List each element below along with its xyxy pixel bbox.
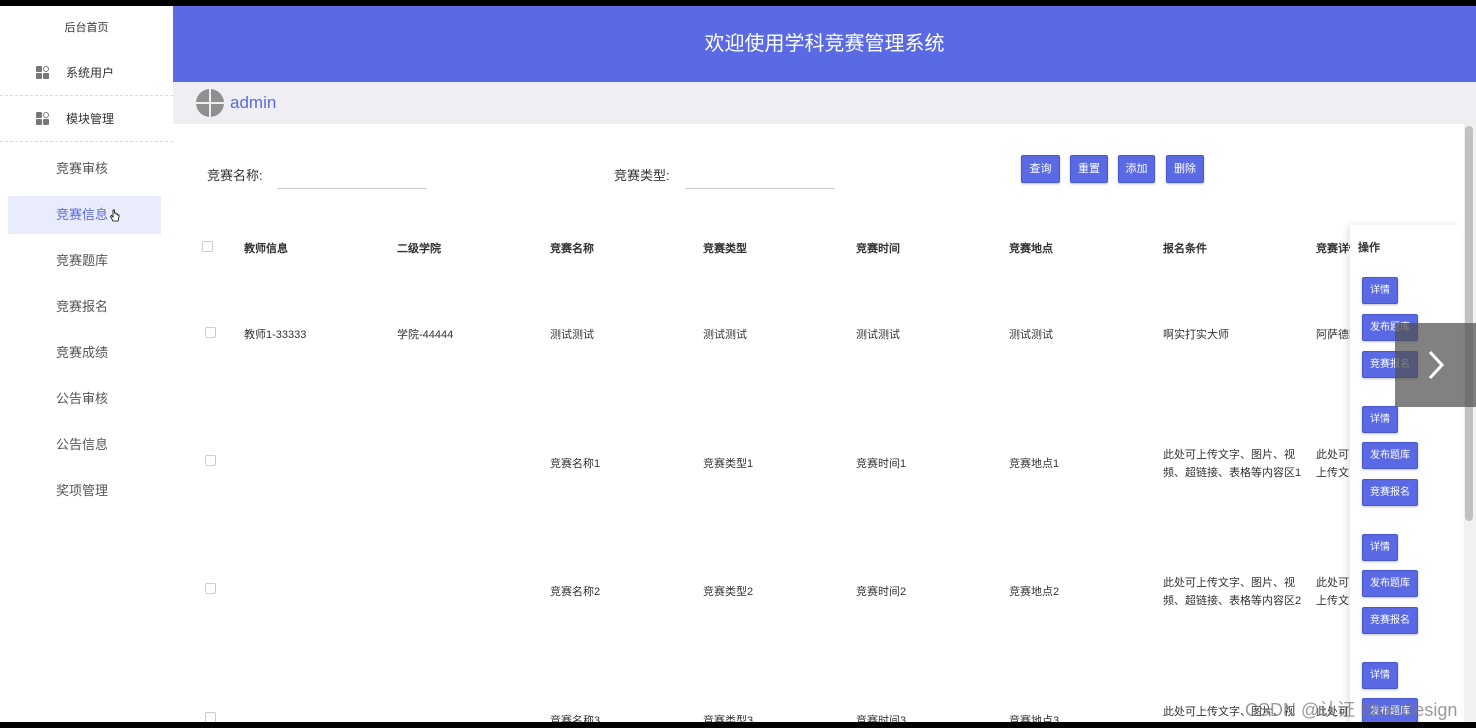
sidebar-item-registration[interactable]: 竞赛报名 <box>8 288 161 326</box>
college-cell: 学院-44444 <box>397 329 454 341</box>
competition-name-input[interactable] <box>277 159 427 189</box>
column-header: 竞赛时间 <box>856 243 900 255</box>
column-header: 二级学院 <box>397 243 441 255</box>
user-bar: admin <box>173 82 1476 124</box>
column-header: 竞赛类型 <box>703 243 747 255</box>
sidebar: 后台首页 系统用户 模块管理 竞赛审核 竞赛信息 竞赛题库 竞赛报名 竞赛成绩 … <box>0 6 173 722</box>
place-cell: 测试测试 <box>1009 329 1053 341</box>
app-window: 后台首页 系统用户 模块管理 竞赛审核 竞赛信息 竞赛题库 竞赛报名 竞赛成绩 … <box>0 6 1476 722</box>
name-cell: 竞赛名称2 <box>550 586 601 598</box>
query-button[interactable]: 查询 <box>1021 155 1060 183</box>
sidebar-group-label: 模块管理 <box>66 112 115 126</box>
competition-name-label: 竞赛名称: <box>207 168 263 183</box>
sidebar-item-competition-info[interactable]: 竞赛信息 <box>8 196 161 234</box>
signup-button[interactable]: 竞赛报名 <box>1362 479 1418 506</box>
detail-button[interactable]: 详情 <box>1362 534 1398 561</box>
place-cell: 竞赛地点1 <box>1009 458 1060 470</box>
table-header: 教师信息 二级学院 竞赛名称 竞赛类型 竞赛时间 竞赛地点 报名条件 竞赛详情 <box>179 220 1461 270</box>
row-checkbox[interactable] <box>205 583 216 594</box>
detail-button[interactable]: 详情 <box>1362 406 1398 433</box>
type-cell: 竞赛类型1 <box>703 458 754 470</box>
time-cell: 竞赛时间3 <box>856 715 907 722</box>
sidebar-item-notice-info[interactable]: 公告信息 <box>8 426 161 464</box>
column-header: 教师信息 <box>244 243 288 255</box>
condition-cell: 此处可上传文字、图片、视频、超链接、表格等内容区1 <box>1163 449 1302 479</box>
sidebar-group-module-management[interactable]: 模块管理 <box>0 96 173 142</box>
time-cell: 竞赛时间2 <box>856 586 907 598</box>
module-icon <box>36 111 50 126</box>
sidebar-item-label: 竞赛信息 <box>56 207 109 222</box>
row-checkbox[interactable] <box>205 712 216 722</box>
competition-type-label: 竞赛类型: <box>614 168 670 183</box>
sidebar-item-scores[interactable]: 竞赛成绩 <box>8 334 161 372</box>
select-all-checkbox[interactable] <box>202 241 213 252</box>
teacher-cell: 教师1-33333 <box>244 329 307 341</box>
search-bar: 竞赛名称: 竞赛类型: 查询 重置 添加 删除 <box>179 155 1461 195</box>
competition-type-input[interactable] <box>685 159 835 189</box>
column-header: 竞赛地点 <box>1009 243 1053 255</box>
detail-button[interactable]: 详情 <box>1362 662 1398 689</box>
publish-question-bank-button[interactable]: 发布题库 <box>1362 570 1418 597</box>
operations-column: 操作 详情 发布题库 竞赛报名 详情 发布题库 竞赛报名 详情 发布题库 竞赛报… <box>1350 225 1461 722</box>
sidebar-item-notice-review[interactable]: 公告审核 <box>8 380 161 418</box>
type-cell: 竞赛类型2 <box>703 586 754 598</box>
main-content: 竞赛名称: 竞赛类型: 查询 重置 添加 删除 教师信息 二级学院 竞赛名称 竞… <box>179 130 1461 722</box>
sidebar-item-competition-review[interactable]: 竞赛审核 <box>8 150 161 188</box>
hand-cursor-icon <box>110 209 120 221</box>
module-icon <box>36 65 50 80</box>
reset-button[interactable]: 重置 <box>1070 155 1108 183</box>
sidebar-home-link[interactable]: 后台首页 <box>0 6 173 50</box>
condition-cell: 啊实打实大师 <box>1163 329 1229 341</box>
place-cell: 竞赛地点3 <box>1009 715 1060 722</box>
column-header: 操作 <box>1358 242 1380 254</box>
avatar[interactable] <box>196 89 224 117</box>
sidebar-group-system-users[interactable]: 系统用户 <box>0 50 173 96</box>
type-cell: 测试测试 <box>703 329 747 341</box>
chevron-right-icon <box>1428 350 1444 380</box>
next-slide-button[interactable] <box>1395 323 1476 407</box>
time-cell: 测试测试 <box>856 329 900 341</box>
signup-button[interactable]: 竞赛报名 <box>1362 607 1418 634</box>
name-cell: 竞赛名称1 <box>550 458 601 470</box>
sidebar-group-label: 系统用户 <box>66 66 115 80</box>
row-checkbox[interactable] <box>205 455 216 466</box>
username: admin <box>230 93 277 112</box>
name-cell: 测试测试 <box>550 329 594 341</box>
add-button[interactable]: 添加 <box>1118 155 1155 183</box>
row-checkbox[interactable] <box>205 327 216 338</box>
page-title: 欢迎使用学科竞赛管理系统 <box>173 6 1476 82</box>
column-header: 报名条件 <box>1163 243 1207 255</box>
time-cell: 竞赛时间1 <box>856 458 907 470</box>
type-cell: 竞赛类型3 <box>703 715 754 722</box>
sidebar-item-awards[interactable]: 奖项管理 <box>8 472 161 510</box>
sidebar-item-question-bank[interactable]: 竞赛题库 <box>8 242 161 280</box>
watermark: CSDN @认证 Blue Design <box>1245 700 1458 720</box>
column-header: 竞赛名称 <box>550 243 594 255</box>
name-cell: 竞赛名称3 <box>550 715 601 722</box>
place-cell: 竞赛地点2 <box>1009 586 1060 598</box>
publish-question-bank-button[interactable]: 发布题库 <box>1362 442 1418 469</box>
detail-button[interactable]: 详情 <box>1362 277 1398 304</box>
condition-cell: 此处可上传文字、图片、视频、超链接、表格等内容区2 <box>1163 577 1302 607</box>
delete-button[interactable]: 删除 <box>1166 155 1204 183</box>
